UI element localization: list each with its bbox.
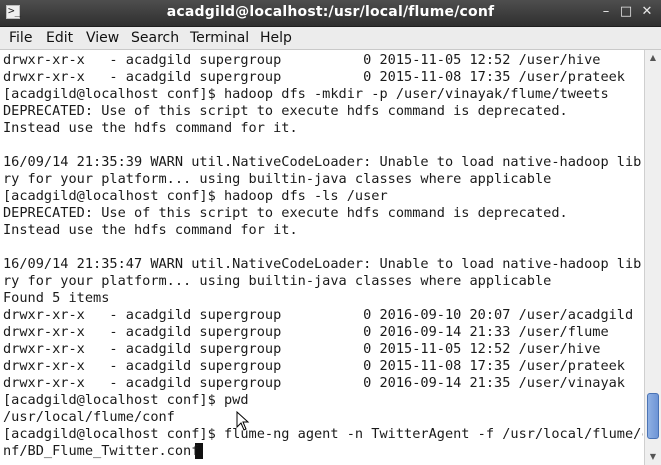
menu-view[interactable]: View xyxy=(82,29,123,47)
terminal-line: ry for your platform... using builtin-ja… xyxy=(3,171,552,187)
menu-edit[interactable]: Edit xyxy=(42,29,77,47)
scrollbar-thumb[interactable] xyxy=(647,393,659,439)
terminal-line: Found 5 items xyxy=(3,290,110,306)
scroll-up-arrow-icon[interactable]: ▲ xyxy=(645,51,661,65)
terminal-line: [acadgild@localhost conf]$ pwd xyxy=(3,392,249,408)
terminal-line: ry for your platform... using builtin-ja… xyxy=(3,273,552,289)
title-bar[interactable]: >_ acadgild@localhost:/usr/local/flume/c… xyxy=(0,0,661,27)
terminal-line: drwxr-xr-x - acadgild supergroup 0 2015-… xyxy=(3,69,625,85)
maximize-button[interactable]: □ xyxy=(617,3,635,21)
terminal-line: Instead use the hdfs command for it. xyxy=(3,120,298,136)
terminal-line: nf/BD_Flume_Twitter.conf xyxy=(3,443,200,459)
terminal-line: [acadgild@localhost conf]$ hadoop dfs -m… xyxy=(3,86,609,102)
terminal-line: drwxr-xr-x - acadgild supergroup 0 2015-… xyxy=(3,358,625,374)
mouse-pointer-icon xyxy=(236,411,250,431)
terminal-window: >_ acadgild@localhost:/usr/local/flume/c… xyxy=(0,0,661,465)
window-title: acadgild@localhost:/usr/local/flume/conf xyxy=(166,4,495,20)
terminal-line: /usr/local/flume/conf xyxy=(3,409,175,425)
minimize-button[interactable]: – xyxy=(597,3,615,21)
terminal-line: DEPRECATED: Use of this script to execut… xyxy=(3,205,568,221)
scrollbar-track[interactable] xyxy=(647,66,659,449)
terminal-line: 16/09/14 21:35:39 WARN util.NativeCodeLo… xyxy=(3,154,643,170)
terminal-line: DEPRECATED: Use of this script to execut… xyxy=(3,103,568,119)
terminal-line: drwxr-xr-x - acadgild supergroup 0 2015-… xyxy=(3,52,601,68)
menu-terminal[interactable]: Terminal xyxy=(186,29,253,47)
terminal-output[interactable]: drwxr-xr-x - acadgild supergroup 0 2015-… xyxy=(2,50,643,463)
terminal-line: [acadgild@localhost conf]$ hadoop dfs -l… xyxy=(3,188,388,204)
terminal-line: 16/09/14 21:35:47 WARN util.NativeCodeLo… xyxy=(3,256,643,272)
vertical-scrollbar[interactable]: ▲ ▼ xyxy=(644,50,661,465)
scroll-down-arrow-icon[interactable]: ▼ xyxy=(645,450,661,464)
menu-file[interactable]: File xyxy=(5,29,36,47)
terminal-line: drwxr-xr-x - acadgild supergroup 0 2016-… xyxy=(3,375,625,391)
terminal-line: drwxr-xr-x - acadgild supergroup 0 2016-… xyxy=(3,307,634,323)
menu-help[interactable]: Help xyxy=(256,29,296,47)
terminal-line: drwxr-xr-x - acadgild supergroup 0 2015-… xyxy=(3,341,601,357)
terminal-line: drwxr-xr-x - acadgild supergroup 0 2016-… xyxy=(3,324,609,340)
menu-search[interactable]: Search xyxy=(127,29,183,47)
terminal-line: [acadgild@localhost conf]$ flume-ng agen… xyxy=(3,426,643,442)
menu-bar: File Edit View Search Terminal Help xyxy=(0,27,661,50)
close-button[interactable]: ✕ xyxy=(638,3,656,21)
terminal-line: Instead use the hdfs command for it. xyxy=(3,222,298,238)
